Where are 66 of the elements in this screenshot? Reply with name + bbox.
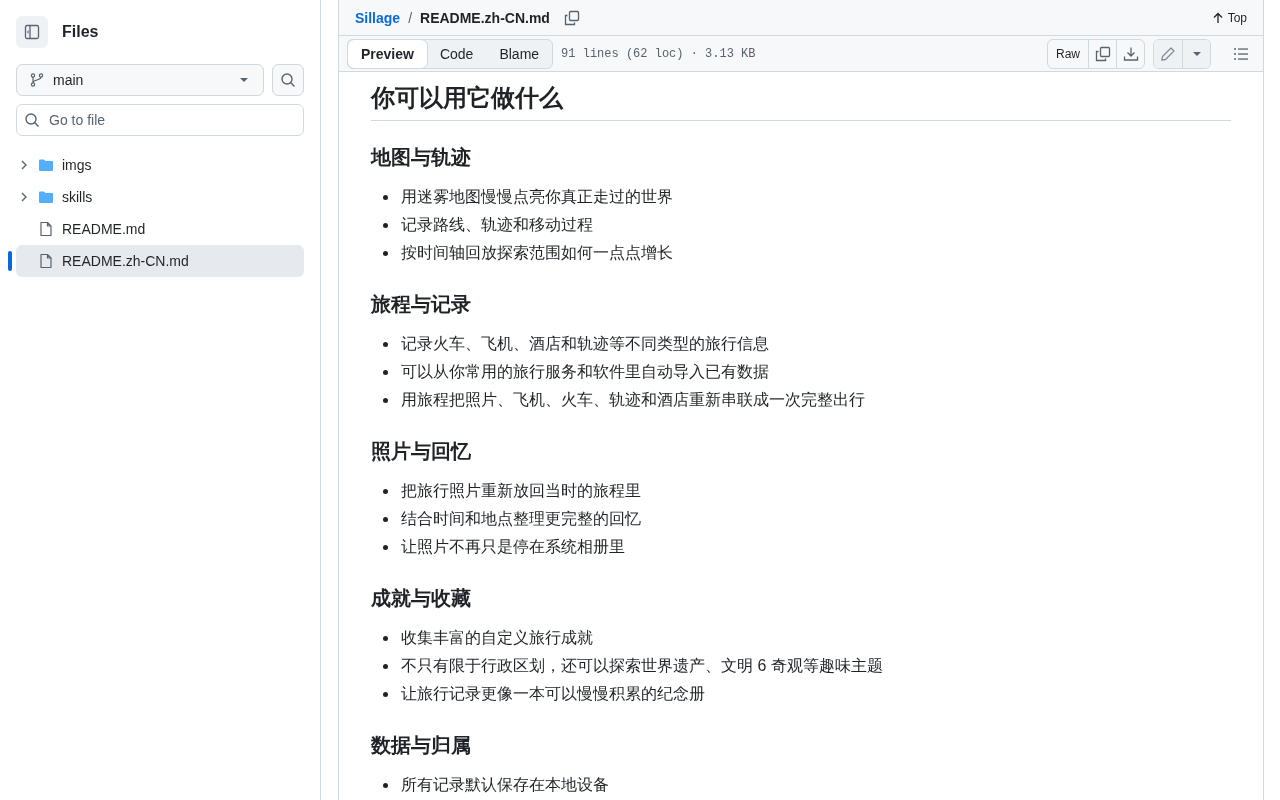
bullet-icon — [383, 517, 388, 523]
bullet-icon — [383, 545, 388, 551]
list-item: 不只有限于行政区划，还可以探索世界遗产、文明 6 奇观等趣味主题 — [401, 656, 883, 677]
view-tab[interactable]: Code — [426, 39, 487, 68]
section-heading: 成就与收藏 — [371, 586, 472, 611]
file-icon — [38, 221, 54, 237]
search-button[interactable] — [272, 64, 304, 96]
branch-selector[interactable]: main — [16, 64, 264, 96]
list-item: 记录路线、轨迹和移动过程 — [401, 215, 593, 236]
sidebar-toggle-button[interactable] — [16, 16, 48, 48]
bullet-icon — [383, 342, 388, 348]
bullet-icon — [383, 664, 388, 670]
list-icon — [1233, 45, 1249, 62]
file-tree-item[interactable]: README.zh-CN.md — [16, 245, 304, 277]
list-item: 用旅程把照片、飞机、火车、轨迹和酒店重新串联成一次完整出行 — [401, 390, 865, 411]
search-icon — [24, 112, 40, 128]
bullet-icon — [383, 223, 388, 229]
bullet-icon — [383, 489, 388, 495]
file-tree-item[interactable]: README.md — [16, 213, 304, 245]
bullet-icon — [383, 636, 388, 642]
list-item: 用迷雾地图慢慢点亮你真正走过的世界 — [401, 187, 673, 208]
folder-icon — [38, 157, 54, 173]
list-item: 可以从你常用的旅行服务和软件里自动导入已有数据 — [401, 362, 769, 383]
branch-icon — [29, 72, 45, 88]
bullet-icon — [383, 251, 388, 257]
repository-link[interactable]: Sillage — [355, 9, 401, 26]
bullet-icon — [383, 398, 388, 404]
top-button[interactable]: Top — [1211, 10, 1247, 25]
document-title: 你可以用它做什么 — [371, 84, 1231, 121]
view-tab[interactable]: Blame — [486, 39, 553, 68]
folder-icon — [38, 189, 54, 205]
list-item: 让旅行记录更像一本可以慢慢积累的纪念册 — [401, 684, 705, 705]
download-icon — [1122, 45, 1139, 62]
caret-icon — [239, 77, 249, 83]
list-item: 收集丰富的自定义旅行成就 — [401, 628, 593, 649]
list-item: 所有记录默认保存在本地设备 — [401, 775, 609, 796]
list-item: 把旅行照片重新放回当时的旅程里 — [401, 481, 641, 502]
pencil-icon — [1160, 45, 1176, 62]
list-item: 结合时间和地点整理更完整的回忆 — [401, 509, 641, 530]
list-item: 记录火车、飞机、酒店和轨迹等不同类型的旅行信息 — [401, 334, 769, 355]
section-heading: 数据与归属 — [371, 733, 472, 758]
list-item: 让照片不再只是停在系统相册里 — [401, 537, 625, 558]
sidebar-icon — [24, 24, 40, 40]
view-tab[interactable]: Preview — [348, 39, 427, 68]
file-name: README.zh-CN.md — [420, 9, 550, 26]
section-heading: 照片与回忆 — [371, 439, 472, 464]
search-icon — [280, 72, 296, 88]
bullet-icon — [383, 370, 388, 376]
go-to-file-field[interactable]: Go to file — [16, 104, 304, 136]
bullet-icon — [383, 783, 388, 789]
file-tree-item[interactable]: imgs — [16, 149, 304, 181]
bullet-icon — [383, 692, 388, 698]
sidebar-title: Files — [62, 23, 99, 41]
section-heading: 地图与轨迹 — [371, 145, 472, 170]
edit-button[interactable] — [1154, 39, 1182, 68]
copy-icon — [563, 9, 580, 26]
section-heading: 旅程与记录 — [371, 292, 472, 317]
list-item: 按时间轴回放探索范围如何一点点增长 — [401, 243, 673, 264]
bullet-icon — [383, 195, 388, 201]
file-info: 91 lines (62 loc) · 3.13 KB — [561, 46, 756, 61]
copy-icon — [1094, 45, 1111, 62]
breadcrumb-separator: / — [408, 9, 413, 26]
arrow-up-icon — [1211, 11, 1224, 24]
file-tree-item[interactable]: skills — [16, 181, 304, 213]
caret-icon — [1191, 50, 1202, 57]
file-icon — [38, 253, 54, 269]
